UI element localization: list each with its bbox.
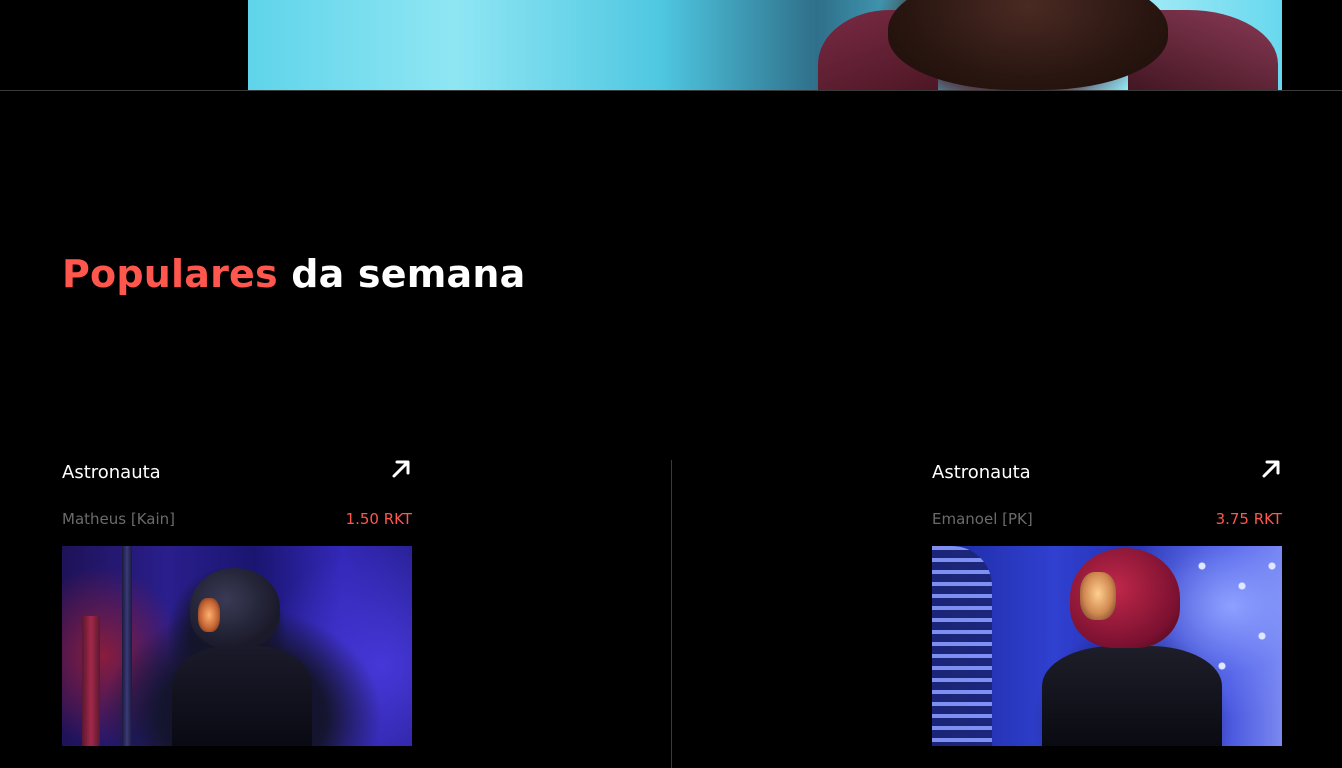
card-header: Astronauta bbox=[932, 458, 1282, 488]
astronaut-visor bbox=[198, 598, 220, 632]
astronaut-visor bbox=[1080, 572, 1116, 620]
image-decoration bbox=[932, 546, 992, 746]
card-price: 3.75 RKT bbox=[1215, 510, 1282, 528]
hero-image bbox=[248, 0, 1282, 90]
card-header: Astronauta bbox=[62, 458, 412, 488]
nft-card[interactable]: Astronauta Matheus [Kain] 1.50 RKT bbox=[62, 458, 412, 746]
card-title: Astronauta bbox=[62, 462, 161, 483]
card-author: Emanoel [PK] bbox=[932, 510, 1033, 528]
section-divider bbox=[0, 90, 1342, 91]
arrow-up-right-icon[interactable] bbox=[390, 458, 412, 480]
image-decoration bbox=[82, 616, 100, 746]
cards-vertical-divider bbox=[671, 460, 672, 768]
card-image[interactable] bbox=[932, 546, 1282, 746]
section-title: Populares da semana bbox=[62, 252, 525, 296]
card-image[interactable] bbox=[62, 546, 412, 746]
card-meta: Emanoel [PK] 3.75 RKT bbox=[932, 509, 1282, 529]
card-author: Matheus [Kain] bbox=[62, 510, 175, 528]
section-title-accent: Populares bbox=[62, 252, 278, 296]
section-title-rest: da semana bbox=[277, 252, 526, 296]
face-decoration bbox=[888, 0, 1168, 90]
card-title: Astronauta bbox=[932, 462, 1031, 483]
card-meta: Matheus [Kain] 1.50 RKT bbox=[62, 509, 412, 529]
astronaut-body bbox=[1042, 646, 1222, 746]
page: Populares da semana Astronauta Matheus [… bbox=[0, 0, 1342, 768]
image-decoration bbox=[122, 546, 132, 746]
astronaut-body bbox=[172, 646, 312, 746]
card-price: 1.50 RKT bbox=[345, 510, 412, 528]
arrow-up-right-icon[interactable] bbox=[1260, 458, 1282, 480]
nft-card[interactable]: Astronauta Emanoel [PK] 3.75 RKT bbox=[932, 458, 1282, 746]
